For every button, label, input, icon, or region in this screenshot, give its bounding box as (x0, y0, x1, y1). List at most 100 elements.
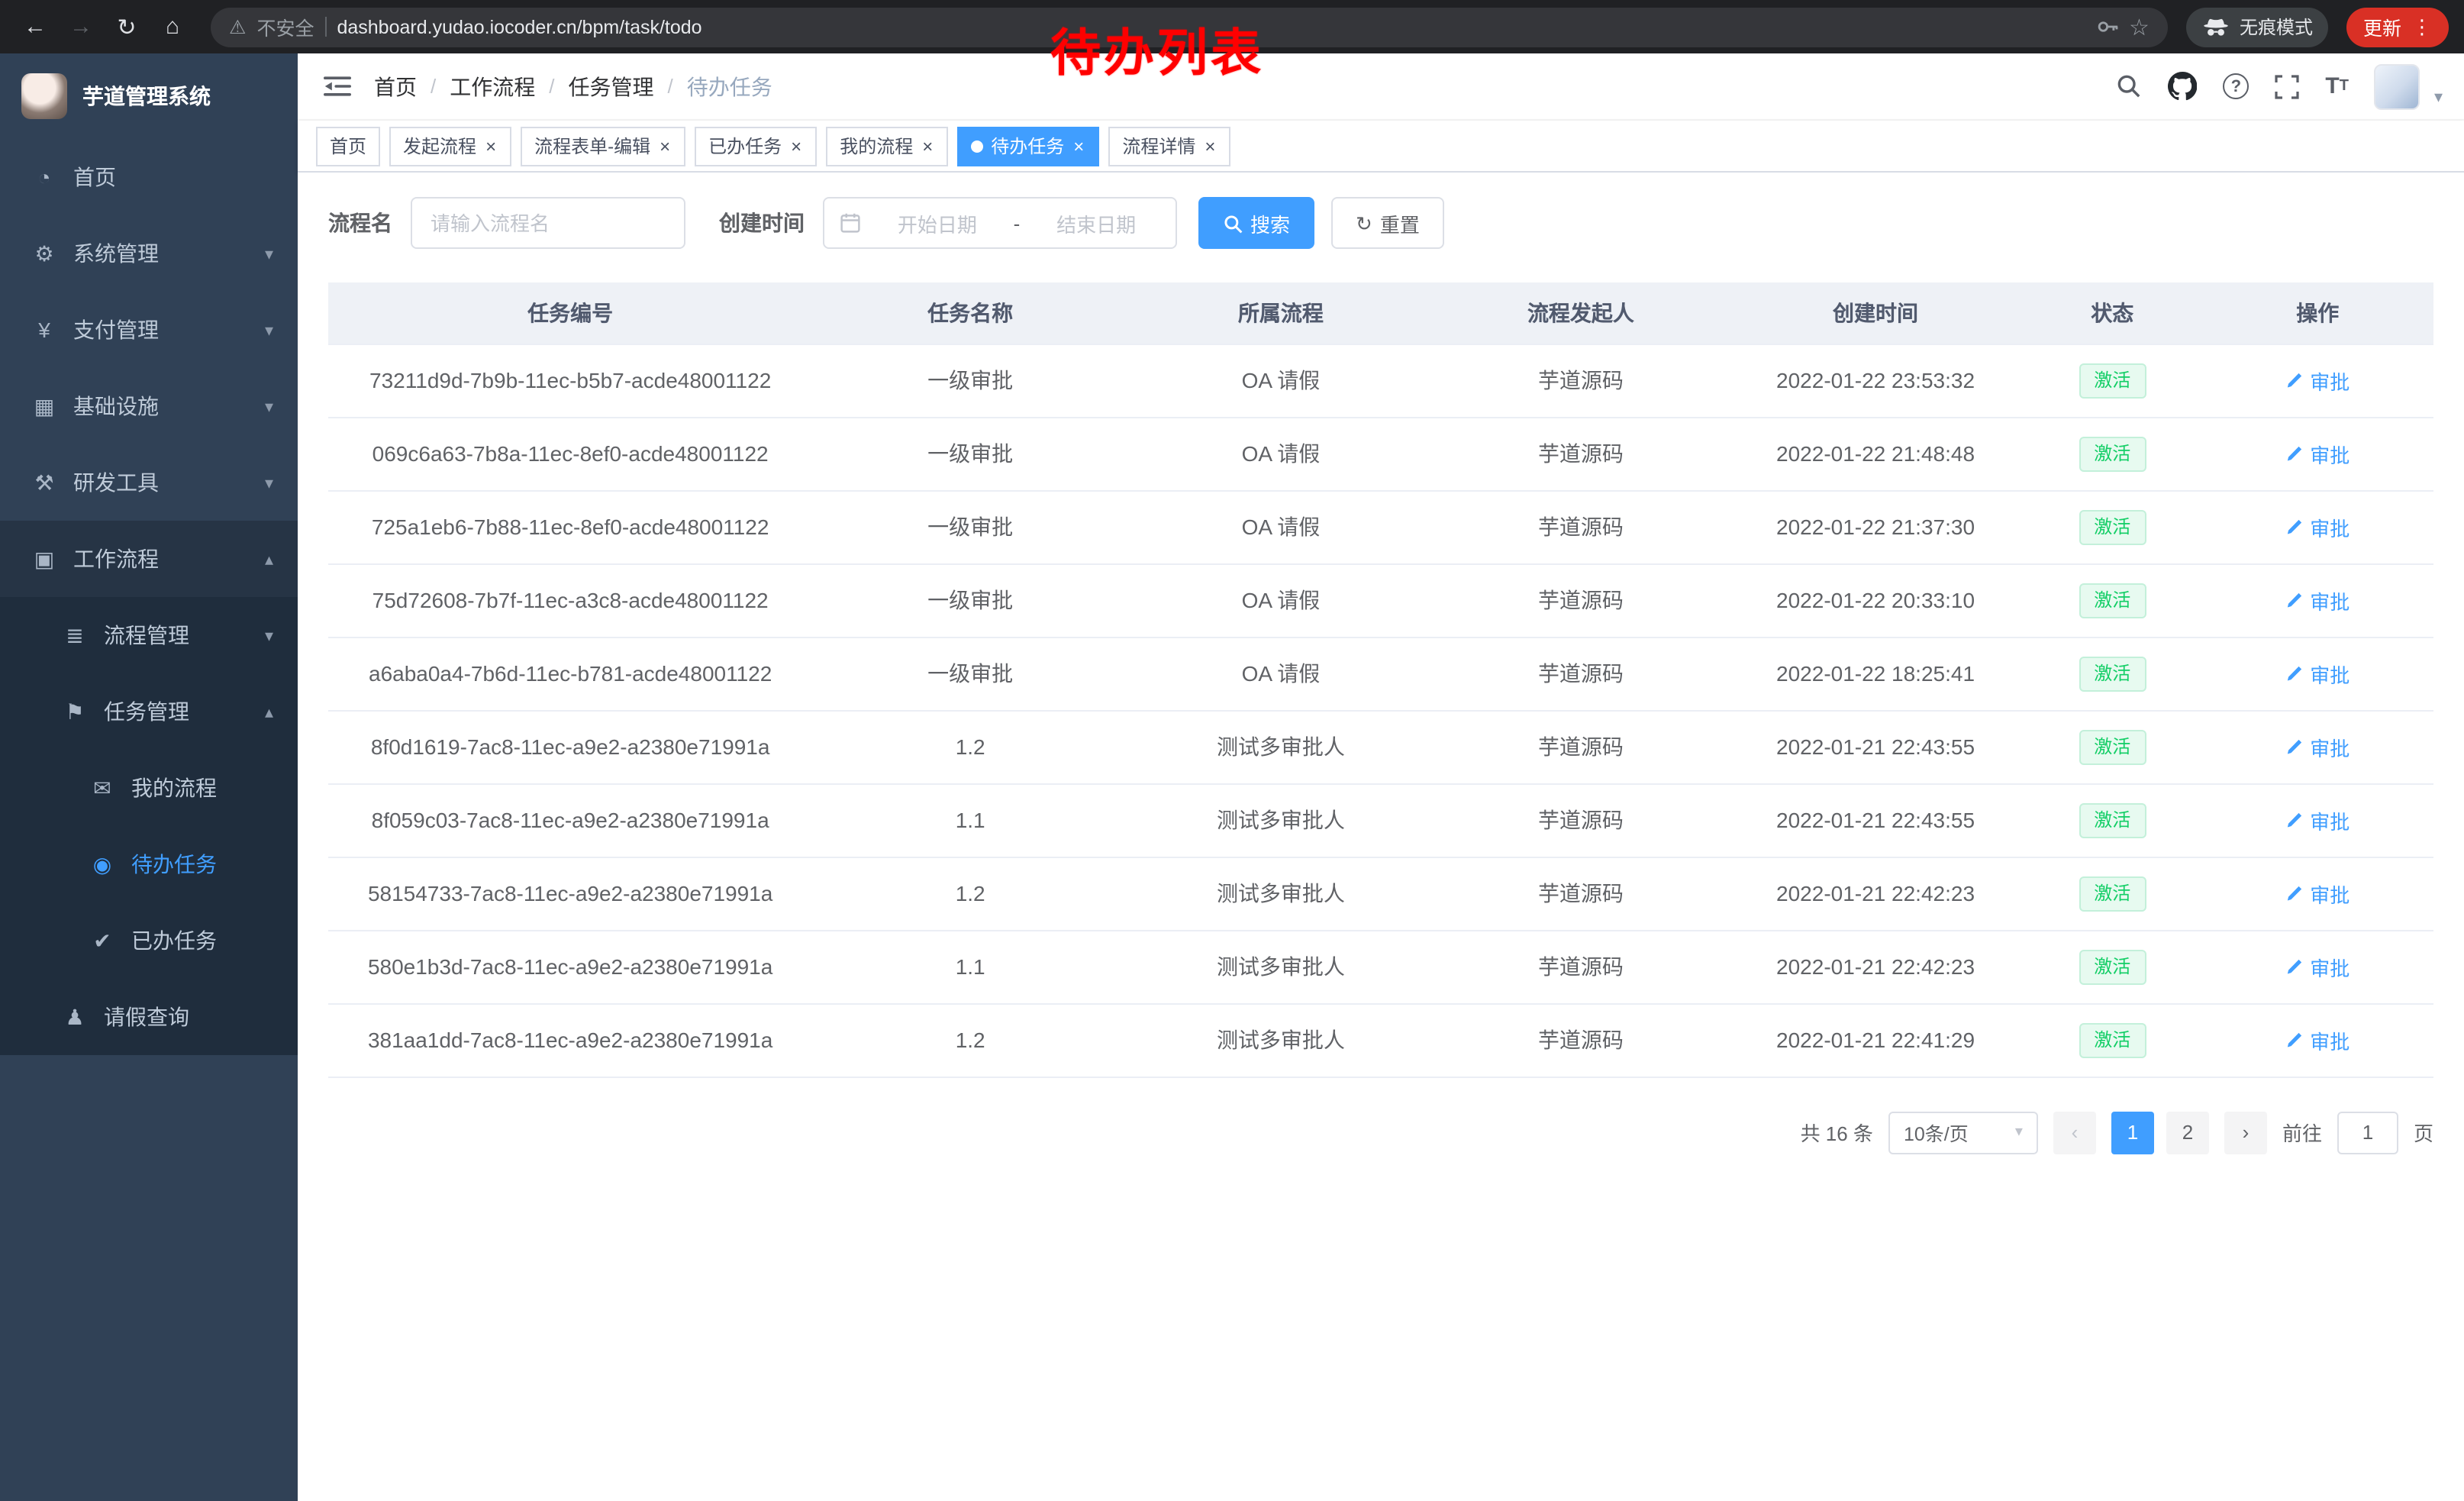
back-icon[interactable]: ← (15, 7, 55, 47)
cell-task-id: 58154733-7ac8-11ec-a9e2-a2380e71991a (328, 857, 812, 930)
total-count: 共 16 条 (1801, 1118, 1873, 1147)
menu-dots-icon[interactable]: ⋮ (2412, 15, 2432, 39)
approve-link[interactable]: 审批 (2285, 439, 2350, 468)
reload-icon[interactable]: ↻ (107, 7, 147, 47)
breadcrumb-item[interactable]: 首页 (374, 71, 417, 102)
tab-item[interactable]: 首页 (316, 126, 380, 166)
approve-link[interactable]: 审批 (2285, 732, 2350, 761)
close-icon[interactable]: × (1203, 137, 1217, 155)
breadcrumb: 首页/工作流程/任务管理/待办任务 (374, 71, 772, 102)
key-icon[interactable] (2095, 15, 2118, 38)
sidebar-item-done-task[interactable]: ✔已办任务 (0, 902, 298, 979)
date-range-picker[interactable]: 开始日期 - 结束日期 (823, 197, 1177, 249)
cell-process: OA 请假 (1128, 490, 1434, 563)
sidebar-item-process-management[interactable]: ≣流程管理▾ (0, 597, 298, 673)
status-badge: 激活 (2079, 436, 2146, 471)
help-icon[interactable]: ? (2223, 73, 2249, 99)
approve-link[interactable]: 审批 (2285, 805, 2350, 834)
cell-process: OA 请假 (1128, 563, 1434, 637)
approve-link[interactable]: 审批 (2285, 512, 2350, 541)
home-icon[interactable]: ⌂ (153, 7, 192, 47)
yen-icon: ¥ (31, 318, 58, 342)
sidebar-item-task-management[interactable]: ⚑任务管理▴ (0, 673, 298, 750)
close-icon[interactable]: × (789, 137, 803, 155)
tab-label: 已办任务 (708, 133, 782, 159)
approve-link[interactable]: 审批 (2285, 366, 2350, 395)
approve-link[interactable]: 审批 (2285, 879, 2350, 908)
sidebar-item-todo-task[interactable]: ◉待办任务 (0, 826, 298, 902)
cell-task-id: a6aba0a4-7b6d-11ec-b781-acde48001122 (328, 637, 812, 710)
sidebar-item-infrastructure[interactable]: ▦基础设施▾ (0, 368, 298, 444)
page-button-1[interactable]: 1 (2111, 1111, 2154, 1154)
column-header: 操作 (2202, 282, 2434, 344)
font-size-icon[interactable]: TT (2325, 73, 2349, 99)
sidebar-item-workflow[interactable]: ▣工作流程▴ (0, 521, 298, 597)
fullscreen-icon[interactable] (2275, 74, 2299, 98)
sidebar-item-system[interactable]: ⚙系统管理▾ (0, 215, 298, 292)
sidebar-item-my-process[interactable]: ✉我的流程 (0, 750, 298, 826)
cell-created: 2022-01-21 22:42:23 (1728, 930, 2023, 1003)
prev-page-button[interactable]: ‹ (2053, 1111, 2096, 1154)
page-button-2[interactable]: 2 (2166, 1111, 2209, 1154)
approve-link[interactable]: 审批 (2285, 952, 2350, 981)
close-icon[interactable]: × (484, 137, 498, 155)
app-logo[interactable]: 芋道管理系统 (0, 53, 298, 139)
incognito-icon (2201, 16, 2230, 37)
cell-created: 2022-01-22 21:37:30 (1728, 490, 2023, 563)
cell-initiator: 芋道源码 (1434, 1003, 1728, 1077)
navbar: 首页/工作流程/任务管理/待办任务 ? TT ▾ (298, 53, 2464, 121)
reset-button[interactable]: ↻ 重置 (1331, 197, 1444, 249)
search-button[interactable]: 搜索 (1198, 197, 1314, 249)
sidebar-item-home[interactable]: ◔首页 (0, 139, 298, 215)
process-name-input[interactable] (411, 197, 685, 249)
forward-icon[interactable]: → (61, 7, 101, 47)
sidebar-item-payment[interactable]: ¥支付管理▾ (0, 292, 298, 368)
chevron-down-icon: ▾ (265, 244, 273, 263)
next-page-button[interactable]: › (2224, 1111, 2267, 1154)
close-icon[interactable]: × (1072, 137, 1085, 155)
goto-page-input[interactable] (2337, 1111, 2398, 1154)
tab-item[interactable]: 流程表单-编辑× (521, 126, 685, 166)
collapse-sidebar-icon[interactable] (319, 68, 356, 105)
user-avatar[interactable] (2375, 63, 2420, 109)
update-button[interactable]: 更新 ⋮ (2346, 7, 2449, 47)
cell-task-name: 1.1 (812, 783, 1128, 857)
close-icon[interactable]: × (658, 137, 672, 155)
page-size-select[interactable]: 10条/页 ▾ (1888, 1111, 2038, 1154)
table-row: 580e1b3d-7ac8-11ec-a9e2-a2380e71991a1.1测… (328, 930, 2433, 1003)
tab-item[interactable]: 流程详情× (1108, 126, 1230, 166)
user-icon: ♟ (61, 1004, 89, 1030)
tab-label: 待办任务 (991, 133, 1064, 159)
sidebar-item-devtools[interactable]: ⚒研发工具▾ (0, 444, 298, 521)
address-bar[interactable]: ⚠ 不安全 dashboard.yudao.iocoder.cn/bpm/tas… (211, 7, 2168, 47)
column-header: 任务名称 (812, 282, 1128, 344)
approve-link[interactable]: 审批 (2285, 1025, 2350, 1054)
active-tab-dot (971, 140, 983, 152)
breadcrumb-item[interactable]: 任务管理 (569, 71, 654, 102)
approve-link[interactable]: 审批 (2285, 659, 2350, 688)
breadcrumb-separator: / (549, 75, 554, 98)
chevron-down-icon: ▾ (265, 625, 273, 645)
tab-item[interactable]: 发起流程× (389, 126, 511, 166)
breadcrumb-item[interactable]: 工作流程 (450, 71, 535, 102)
cell-status: 激活 (2023, 637, 2201, 710)
sidebar-item-leave-query[interactable]: ♟请假查询 (0, 979, 298, 1055)
tab-item[interactable]: 我的流程× (826, 126, 948, 166)
cell-action: 审批 (2202, 857, 2434, 930)
search-icon[interactable] (2116, 73, 2142, 99)
security-label[interactable]: 不安全 (256, 12, 314, 41)
cell-task-id: 381aa1dd-7ac8-11ec-a9e2-a2380e71991a (328, 1003, 812, 1077)
tab-item[interactable]: 待办任务 × (957, 126, 1099, 166)
cell-process: OA 请假 (1128, 637, 1434, 710)
chevron-down-icon[interactable]: ▾ (2434, 87, 2443, 107)
github-icon[interactable] (2168, 72, 2197, 101)
cell-process: 测试多审批人 (1128, 783, 1434, 857)
filter-name-label: 流程名 (328, 208, 392, 238)
bookmark-star-icon[interactable]: ☆ (2129, 13, 2150, 40)
navbar-actions: ? TT ▾ (2116, 63, 2443, 109)
cell-created: 2022-01-21 22:43:55 (1728, 710, 2023, 783)
approve-link[interactable]: 审批 (2285, 586, 2350, 615)
status-badge: 激活 (2079, 876, 2146, 911)
close-icon[interactable]: × (921, 137, 934, 155)
tab-item[interactable]: 已办任务 × (695, 126, 817, 166)
